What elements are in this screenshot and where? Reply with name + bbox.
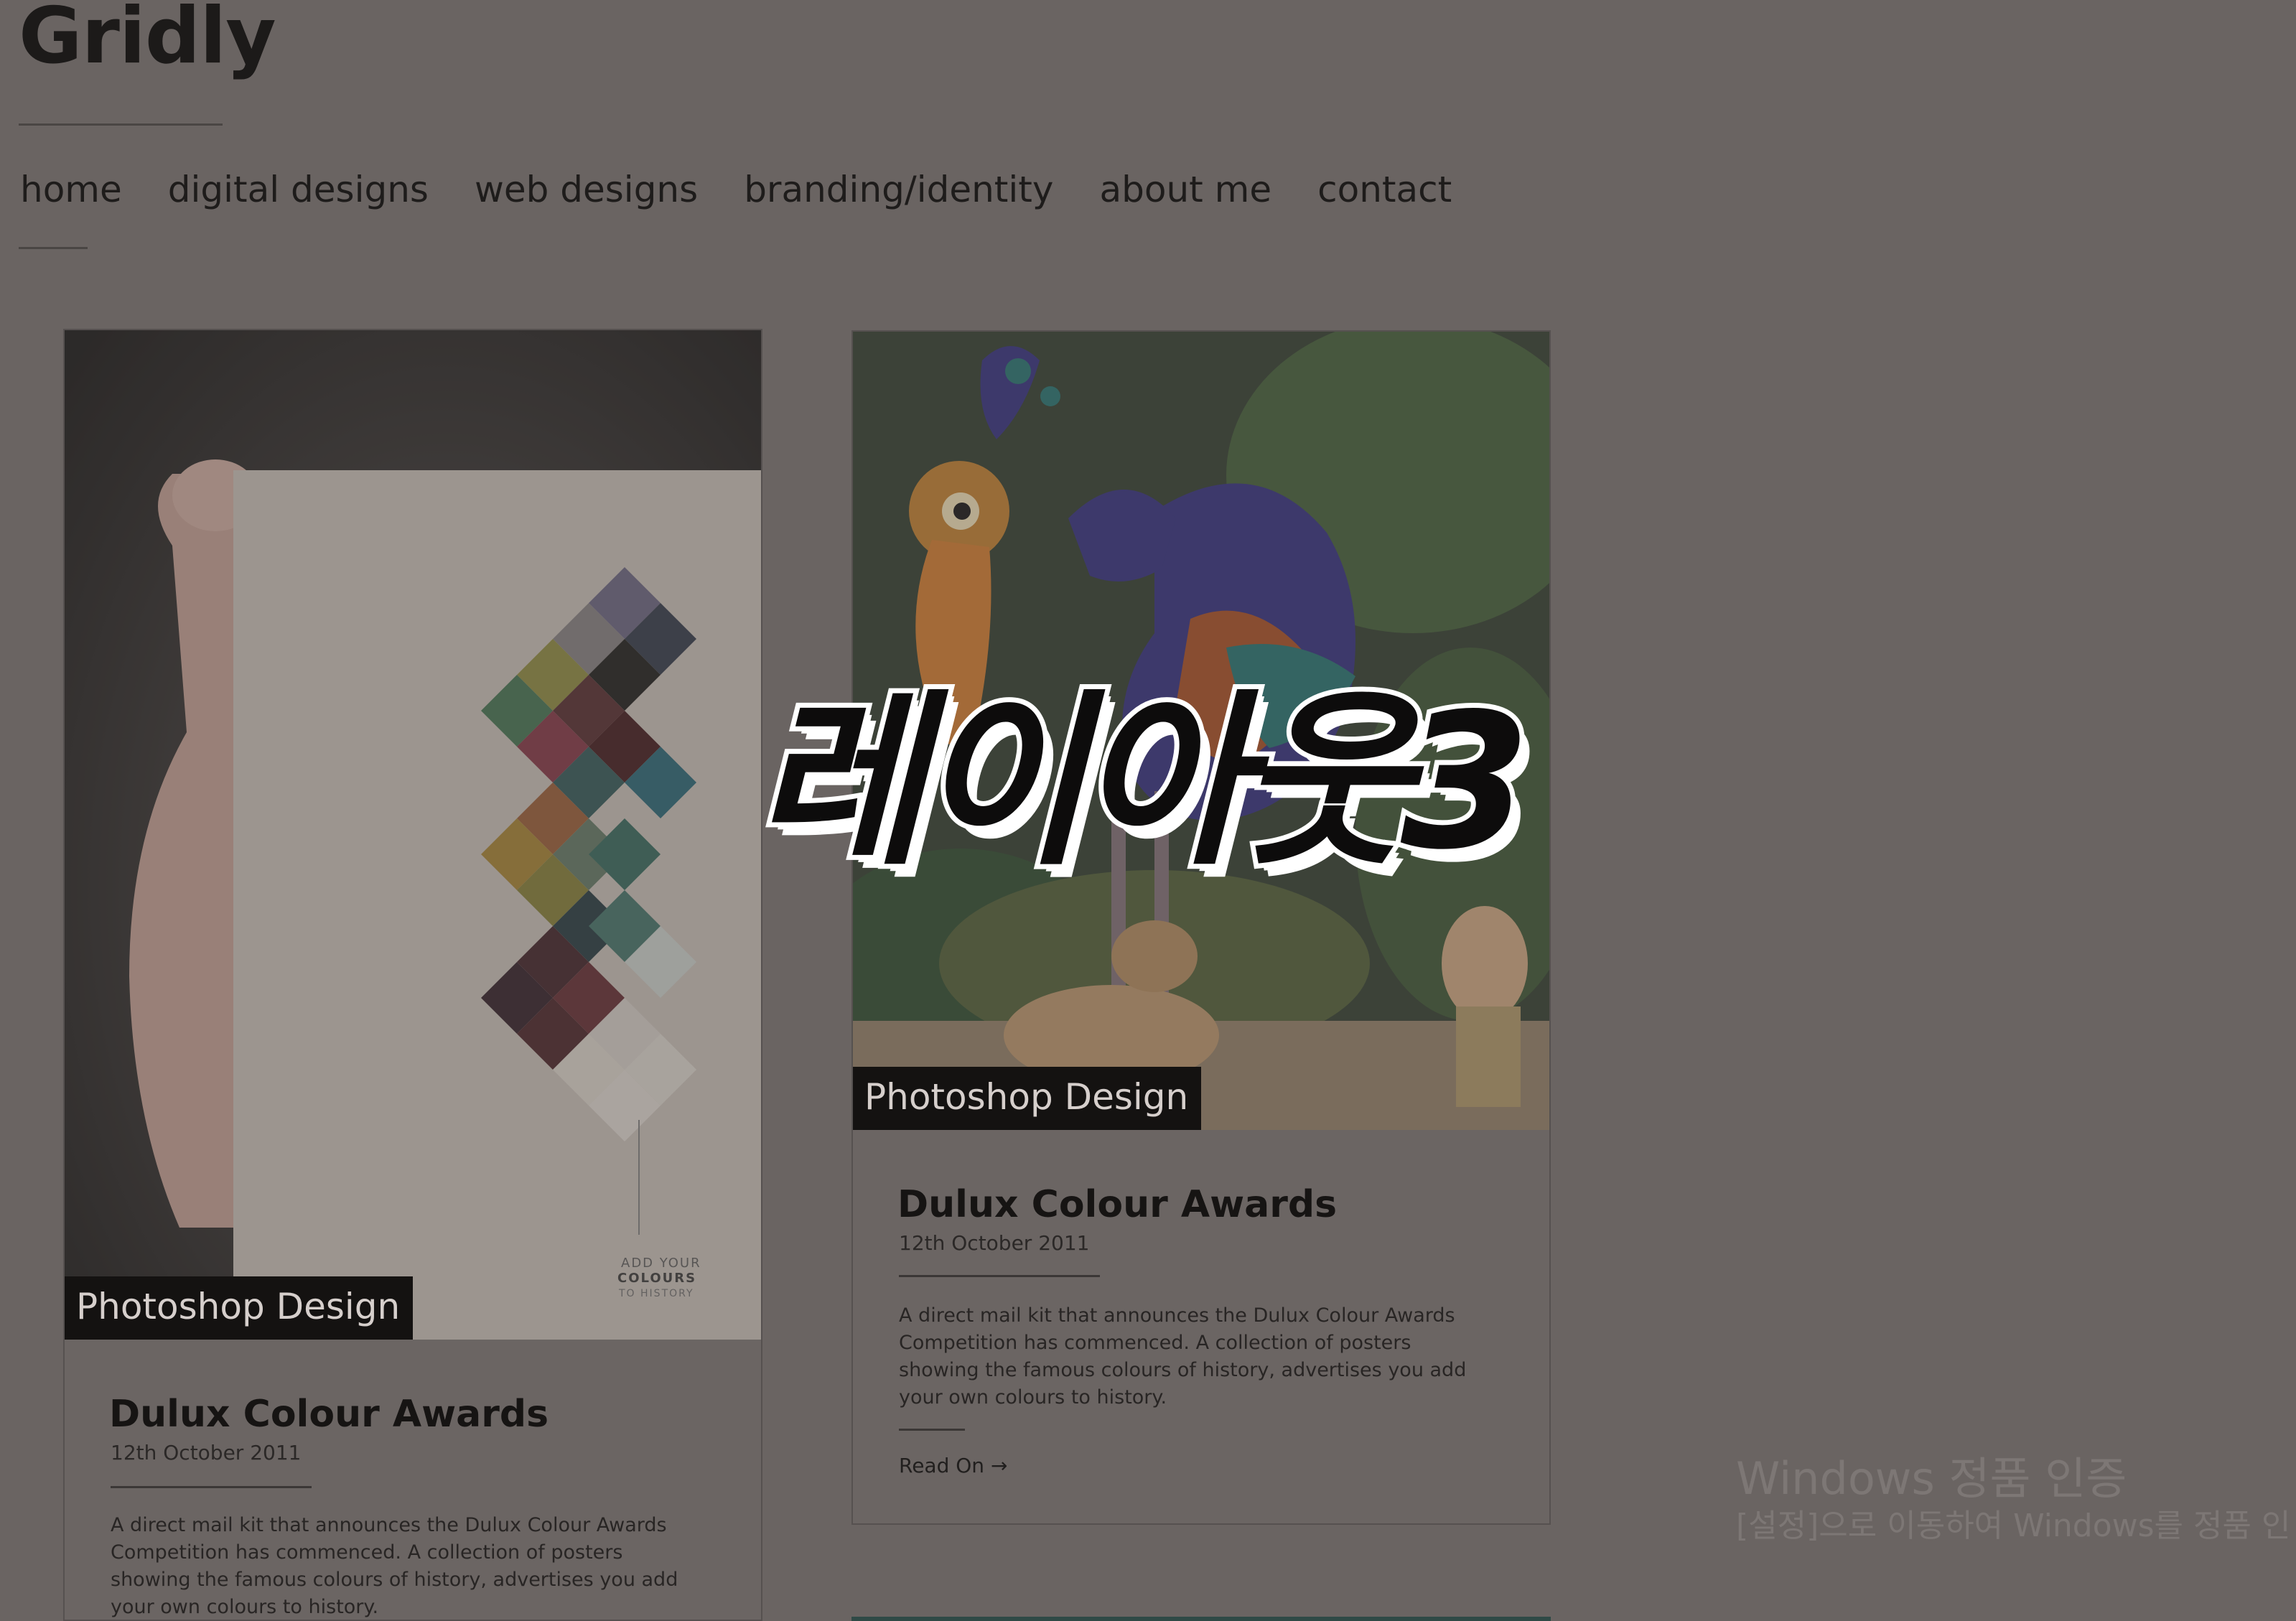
poster-illustration: ADD YOUR COLOURS TO HISTORY xyxy=(65,330,761,1340)
category-badge[interactable]: Photoshop Design xyxy=(853,1067,1202,1130)
site-title[interactable]: Gridly xyxy=(19,0,276,83)
post-divider xyxy=(111,1486,312,1488)
post-card[interactable]: ADD YOUR COLOURS TO HISTORY Photoshop De… xyxy=(63,329,762,1621)
nav-divider xyxy=(19,247,88,249)
post-card[interactable]: Photoshop Design Dulux Colour Awards 12t… xyxy=(851,330,1551,1525)
post-title[interactable]: Dulux Colour Awards xyxy=(109,1391,549,1437)
main-nav: home digital designs web designs brandin… xyxy=(20,167,1498,212)
nav-about-me[interactable]: about me xyxy=(1100,167,1272,212)
excerpt-divider xyxy=(899,1429,965,1431)
post-date: 12th October 2011 xyxy=(899,1231,1090,1255)
watermark-line-2: [설정]으로 이동하여 Windows를 정품 인 xyxy=(1736,1508,2291,1544)
read-on-link[interactable]: Read On → xyxy=(899,1453,1007,1479)
post-excerpt: A direct mail kit that announces the Dul… xyxy=(899,1304,1467,1409)
post-date: 12th October 2011 xyxy=(111,1441,302,1464)
nav-branding-identity[interactable]: branding/identity xyxy=(744,167,1053,212)
overlay-title: 레이아웃3 xyxy=(749,670,1536,895)
post-excerpt: A direct mail kit that announces the Dul… xyxy=(111,1514,678,1618)
poster-image[interactable]: ADD YOUR COLOURS TO HISTORY Photoshop De… xyxy=(65,330,761,1340)
nav-web-designs[interactable]: web designs xyxy=(475,167,698,212)
post-title[interactable]: Dulux Colour Awards xyxy=(897,1182,1337,1228)
category-badge[interactable]: Photoshop Design xyxy=(65,1276,414,1340)
post-divider xyxy=(899,1275,1100,1277)
watermark-line-1: Windows 정품 인증 xyxy=(1736,1452,2127,1505)
post-card-peek xyxy=(851,1617,1551,1621)
nav-home[interactable]: home xyxy=(20,167,122,212)
windows-activation-watermark: Windows 정품 인증 [설정]으로 이동하여 Windows를 정품 인 xyxy=(1736,1452,2290,1546)
title-divider xyxy=(19,123,223,126)
nav-digital-designs[interactable]: digital designs xyxy=(168,167,429,212)
nav-contact[interactable]: contact xyxy=(1317,167,1452,212)
